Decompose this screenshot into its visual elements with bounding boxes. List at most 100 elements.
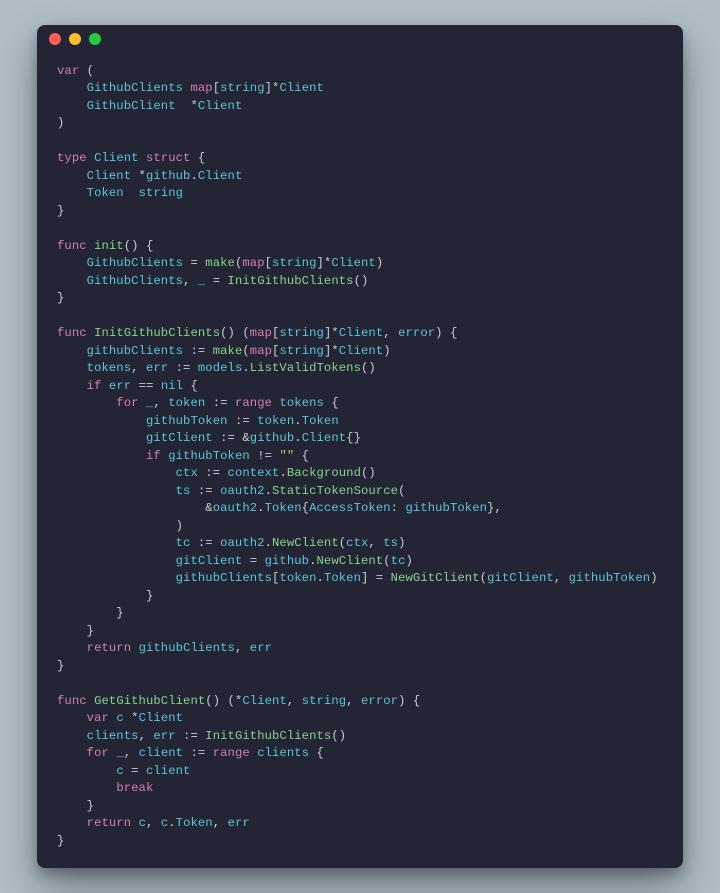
code-token: ]*	[265, 81, 280, 95]
code-token: map	[250, 326, 272, 340]
code-token: map	[242, 256, 264, 270]
code-token: ,	[554, 571, 569, 585]
window-titlebar	[37, 25, 683, 53]
code-token: () (	[220, 326, 250, 340]
code-token: c	[116, 764, 123, 778]
code-token: ]*	[324, 326, 339, 340]
code-token: () {	[124, 239, 154, 253]
code-token: github	[265, 554, 309, 568]
code-token	[124, 186, 139, 200]
code-token: }	[57, 606, 124, 620]
code-line: for _, client := range clients {	[57, 746, 324, 760]
code-token	[57, 344, 87, 358]
code-token	[87, 694, 94, 708]
code-token: }	[57, 834, 64, 848]
code-token: }	[57, 799, 94, 813]
code-token: githubToken	[405, 501, 487, 515]
code-token: .	[242, 361, 249, 375]
code-token: (	[480, 571, 487, 585]
code-token	[57, 571, 176, 585]
code-token: ,	[383, 326, 398, 340]
code-token	[57, 414, 146, 428]
code-token: ,	[368, 536, 383, 550]
code-token	[57, 274, 87, 288]
code-token: func	[57, 694, 87, 708]
code-line: }	[57, 589, 153, 603]
code-token	[57, 431, 146, 445]
code-token: for	[87, 746, 109, 760]
code-line: if githubToken != "" {	[57, 449, 309, 463]
code-line: gitClient := &github.Client{}	[57, 431, 361, 445]
code-token: ""	[279, 449, 294, 463]
code-line: tokens, err := models.ListValidTokens()	[57, 361, 376, 375]
code-token: error	[398, 326, 435, 340]
code-token: =	[242, 554, 264, 568]
code-token: var	[87, 711, 109, 725]
code-token: string	[279, 344, 323, 358]
code-token: ,	[183, 274, 198, 288]
code-token: string	[220, 81, 264, 95]
code-token	[139, 396, 146, 410]
code-line: Client *github.Client	[57, 169, 242, 183]
code-token: map	[190, 81, 212, 95]
code-token	[57, 536, 176, 550]
code-token: }	[57, 659, 64, 673]
code-token: :=	[183, 746, 213, 760]
code-token: :=	[198, 466, 228, 480]
code-token: Client	[279, 81, 323, 95]
code-token: type	[57, 151, 87, 165]
close-icon[interactable]	[49, 33, 61, 45]
code-token	[57, 361, 87, 375]
code-token: AccessToken	[309, 501, 391, 515]
code-token: range	[235, 396, 272, 410]
code-token: Token	[265, 501, 302, 515]
code-token: )	[650, 571, 657, 585]
code-token: tc	[391, 554, 406, 568]
code-token	[139, 151, 146, 165]
code-token: !=	[250, 449, 280, 463]
code-line: githubClients := make(map[string]*Client…	[57, 344, 391, 358]
code-line: GithubClients map[string]*Client	[57, 81, 324, 95]
code-token: (	[383, 554, 390, 568]
code-token: Token	[87, 186, 124, 200]
code-token	[57, 764, 116, 778]
code-token	[57, 449, 146, 463]
code-token: err	[153, 729, 175, 743]
code-token: return	[87, 816, 131, 830]
zoom-icon[interactable]	[89, 33, 101, 45]
code-window: var ( GithubClients map[string]*Client G…	[37, 25, 683, 869]
code-line: }	[57, 799, 94, 813]
minimize-icon[interactable]	[69, 33, 81, 45]
code-token	[57, 256, 87, 270]
code-token: ]*	[324, 344, 339, 358]
code-token	[57, 781, 116, 795]
code-token: token	[168, 396, 205, 410]
code-line: }	[57, 606, 124, 620]
code-token	[57, 641, 87, 655]
code-token: context	[228, 466, 280, 480]
code-token: NewClient	[272, 536, 339, 550]
code-token: Client	[139, 711, 183, 725]
code-token: },	[487, 501, 502, 515]
code-token: .	[190, 169, 197, 183]
code-token: () (*	[205, 694, 242, 708]
code-token: {	[302, 501, 309, 515]
code-token: Background	[287, 466, 361, 480]
code-token: tokens	[279, 396, 323, 410]
code-token: client	[139, 746, 183, 760]
code-token: Token	[176, 816, 213, 830]
code-token: ]*	[317, 256, 332, 270]
code-token: )	[57, 116, 64, 130]
code-token: githubClients	[87, 344, 183, 358]
code-token: Client	[198, 99, 242, 113]
code-token: oauth2	[220, 484, 264, 498]
code-token: github	[146, 169, 190, 183]
code-token: ,	[146, 816, 161, 830]
code-token: c	[116, 711, 123, 725]
code-token: :=	[190, 484, 220, 498]
code-token: break	[116, 781, 153, 795]
code-token: :=	[176, 729, 206, 743]
code-token	[57, 554, 176, 568]
code-token	[57, 746, 87, 760]
code-token: ()	[361, 466, 376, 480]
